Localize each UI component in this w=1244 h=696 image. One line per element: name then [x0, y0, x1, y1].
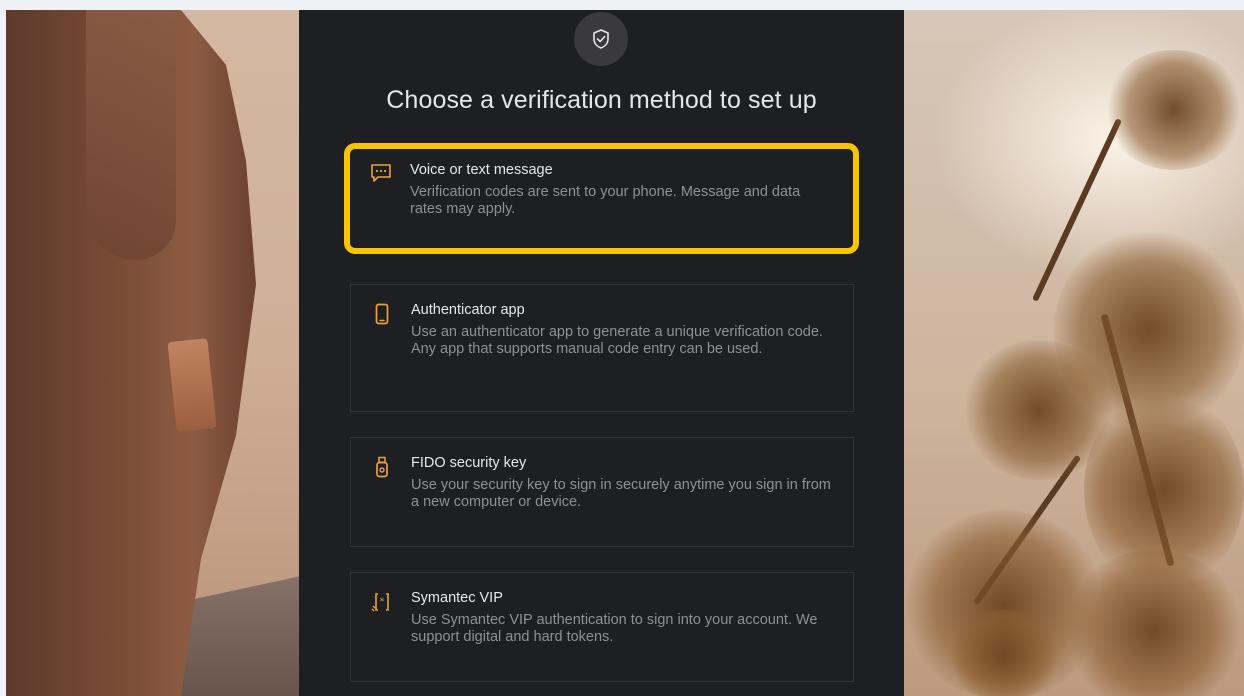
phone-icon — [371, 303, 393, 325]
shield-check-icon — [593, 29, 609, 49]
shield-badge — [574, 12, 628, 66]
option-name: Voice or text message — [410, 162, 553, 178]
option-description: Verification codes are sent to your phon… — [410, 184, 801, 217]
option-authenticator-app[interactable]: Authenticator app Use an authenticator a… — [350, 284, 854, 412]
option-fido-security-key[interactable]: FIDO security key Use your security key … — [350, 437, 854, 547]
background-hiker — [6, 10, 300, 696]
svg-text:*: * — [380, 597, 385, 607]
chat-bubble-icon — [370, 162, 392, 184]
option-name: FIDO security key — [411, 455, 527, 471]
token-icon: * — [371, 591, 393, 613]
option-name: Symantec VIP — [411, 590, 503, 606]
background-tree — [904, 10, 1244, 696]
option-description: Use an authenticator app to generate a u… — [411, 324, 823, 357]
option-name: Authenticator app — [411, 302, 525, 318]
option-symantec-vip[interactable]: * Symantec VIP Use Symantec VIP authenti… — [350, 572, 854, 682]
verification-panel: Choose a verification method to set up V… — [299, 10, 904, 696]
option-voice-or-text[interactable]: Voice or text message Verification codes… — [344, 143, 859, 254]
usb-key-icon — [371, 456, 393, 478]
page-title: Choose a verification method to set up — [386, 86, 817, 114]
option-description: Use your security key to sign in securel… — [411, 477, 831, 510]
option-description: Use Symantec VIP authentication to sign … — [411, 612, 818, 645]
